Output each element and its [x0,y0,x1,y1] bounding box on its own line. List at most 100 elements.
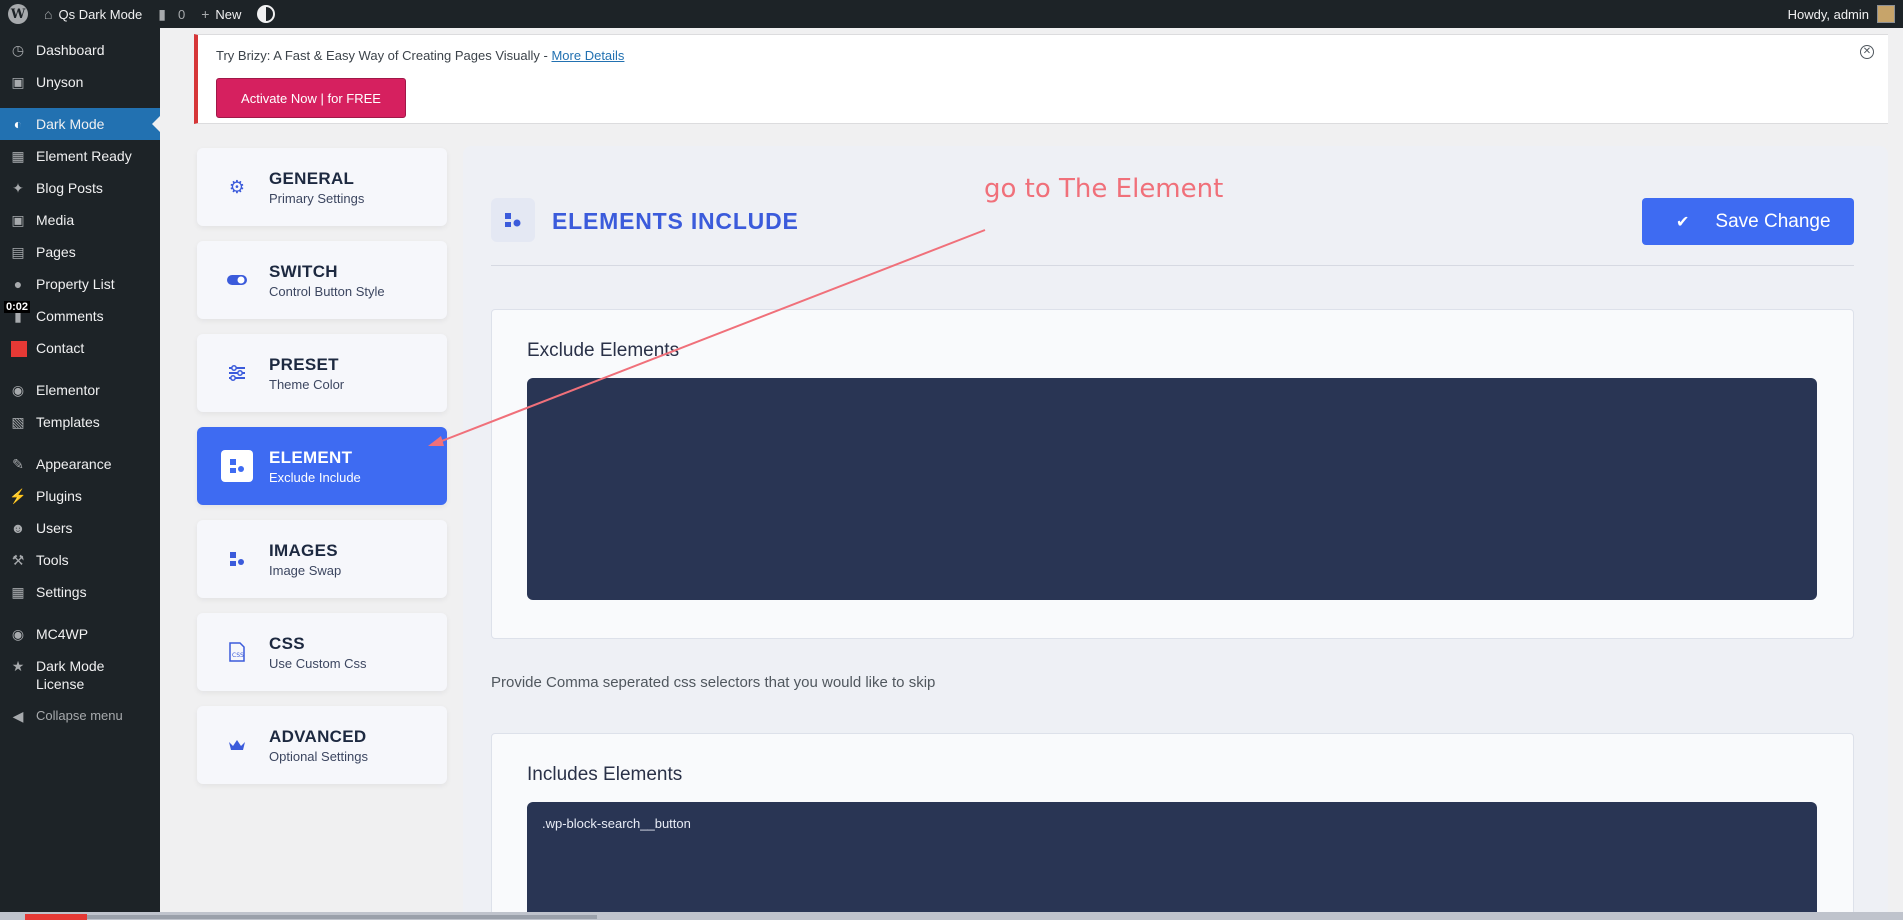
activate-now-button[interactable]: Activate Now | for FREE [216,78,406,118]
sidebar-item-label: Media [36,212,75,228]
save-change-button[interactable]: ✔ Save Change [1642,198,1854,245]
tab-element[interactable]: ELEMENT Exclude Include [197,427,447,505]
sidebar-item-unyson[interactable]: ▣ Unyson [0,66,160,98]
element-ready-icon: ▦ [11,148,25,164]
tab-subtitle: Exclude Include [269,469,361,485]
wp-logo-menu[interactable]: W [0,0,36,28]
comments-count: 0 [178,6,186,22]
sidebar-item-plugins[interactable]: ⚡ Plugins [0,480,160,512]
sidebar-item-label: Users [36,520,73,536]
sidebar-item-label: Dashboard [36,42,105,58]
dismiss-notice-icon[interactable]: ✕ [1860,45,1874,59]
tab-general[interactable]: ⚙ GENERAL Primary Settings [197,148,447,226]
sidebar-item-label: Unyson [36,74,84,90]
admin-sidebar: ◷ Dashboard ▣ Unyson ◐ Dark Mode ▦ Element R… [0,28,160,920]
save-change-label: Save Change [1715,210,1831,232]
tab-advanced[interactable]: ADVANCED Optional Settings [197,706,447,784]
annotation-text: go to The Element [984,174,1224,204]
brush-icon: ✎ [12,456,24,472]
sidebar-item-users[interactable]: ☻ Users [0,512,160,544]
howdy-text: Howdy, admin [1787,6,1869,22]
sidebar-item-dark-mode-license[interactable]: ★ Dark Mode License [0,650,160,700]
video-progress [25,914,87,920]
video-timestamp: 0:02 [4,301,31,313]
include-elements-label: Includes Elements [527,764,683,785]
star-icon: ★ [11,658,25,674]
check-icon: ✔ [1676,213,1690,231]
comments-link[interactable]: ▮ 0 [150,0,193,28]
unyson-icon: ▣ [11,74,25,90]
css-icon: CSS [221,636,253,668]
sidebar-item-blog-posts[interactable]: ✦ Blog Posts [0,172,160,204]
include-elements-textarea[interactable]: .wp-block-search__button [527,802,1817,920]
sidebar-item-label: Collapse menu [36,708,123,723]
crown-icon [221,729,253,761]
tab-images[interactable]: IMAGES Image Swap [197,520,447,598]
include-elements-box: Includes Elements .wp-block-search__butt… [491,733,1854,920]
element-icon [221,450,253,482]
exclude-elements-box: Exclude Elements [491,309,1854,639]
exclude-elements-textarea[interactable] [527,378,1817,600]
tab-subtitle: Theme Color [269,376,345,392]
tab-subtitle: Use Custom Css [269,655,367,671]
dark-mode-icon: ◐ [13,116,23,132]
elements-include-icon [491,198,535,242]
sidebar-item-pages[interactable]: ▤ Pages [0,236,160,268]
sidebar-item-label: Appearance [36,456,112,472]
sidebar-item-label: Element Ready [36,148,132,164]
sidebar-item-mc4wp[interactable]: ◉ MC4WP [0,618,160,650]
sidebar-item-label: Blog Posts [36,180,103,196]
sidebar-item-property-list[interactable]: ● Property List [0,268,160,300]
sidebar-item-label: Comments [36,308,104,324]
sidebar-item-label: MC4WP [36,626,89,642]
dashboard-icon: ◷ [11,42,25,58]
my-account[interactable]: Howdy, admin [1788,5,1903,23]
collapse-menu-button[interactable]: ◀ Collapse menu [0,700,160,732]
site-name-link[interactable]: ⌂ Qs Dark Mode [36,0,150,28]
tab-title: ADVANCED [269,726,367,746]
tab-subtitle: Control Button Style [269,283,385,299]
dark-mode-toggle-icon [257,5,276,23]
sidebar-item-appearance[interactable]: ✎ Appearance [0,448,160,480]
sidebar-item-label: Dark Mode [36,116,105,132]
sidebar-item-dashboard[interactable]: ◷ Dashboard [0,34,160,66]
tab-preset[interactable]: PRESET Theme Color [197,334,447,412]
video-progress-bar[interactable] [0,912,1903,920]
comment-bubble-icon: ▮ [158,5,166,22]
sliders-icon [221,357,253,389]
gear-icon: ⚙ [228,176,246,197]
more-details-link[interactable]: More Details [551,48,624,63]
sidebar-item-element-ready[interactable]: ▦ Element Ready [0,140,160,172]
selectors-hint: Provide Comma seperated css selectors th… [491,674,936,691]
divider [491,265,1854,266]
new-content-link[interactable]: + New [193,0,249,28]
sidebar-item-tools[interactable]: ⚒ Tools [0,544,160,576]
dark-mode-toggle[interactable] [249,0,283,28]
images-icon [221,543,253,575]
settings-icon: ▦ [11,584,25,600]
tab-title: IMAGES [269,540,338,560]
sidebar-item-settings[interactable]: ▦ Settings [0,576,160,608]
sidebar-item-label: Contact [36,340,85,356]
exclude-elements-label: Exclude Elements [527,340,680,361]
user-icon: ☻ [10,520,26,536]
home-icon: ⌂ [44,6,53,22]
sidebar-item-dark-mode[interactable]: ◐ Dark Mode [0,108,160,140]
sidebar-item-elementor[interactable]: ◉ Elementor [0,374,160,406]
tab-switch[interactable]: SWITCH Control Button Style [197,241,447,319]
tab-title: ELEMENT [269,447,353,467]
plus-icon: + [201,6,210,22]
sidebar-item-templates[interactable]: ▧ Templates [0,406,160,438]
record-indicator-icon [11,341,27,357]
tab-title: CSS [269,633,305,653]
panel-title: ELEMENTS INCLUDE [552,208,799,234]
tab-title: SWITCH [269,261,338,281]
tab-css[interactable]: CSS CSS Use Custom Css [197,613,447,691]
sidebar-item-label: Elementor [36,382,100,398]
avatar [1877,5,1895,23]
video-buffer [87,915,597,919]
tab-subtitle: Image Swap [269,562,342,578]
sidebar-item-media[interactable]: ▣ Media [0,204,160,236]
site-name: Qs Dark Mode [58,6,143,22]
sidebar-item-label: Property List [36,276,115,292]
